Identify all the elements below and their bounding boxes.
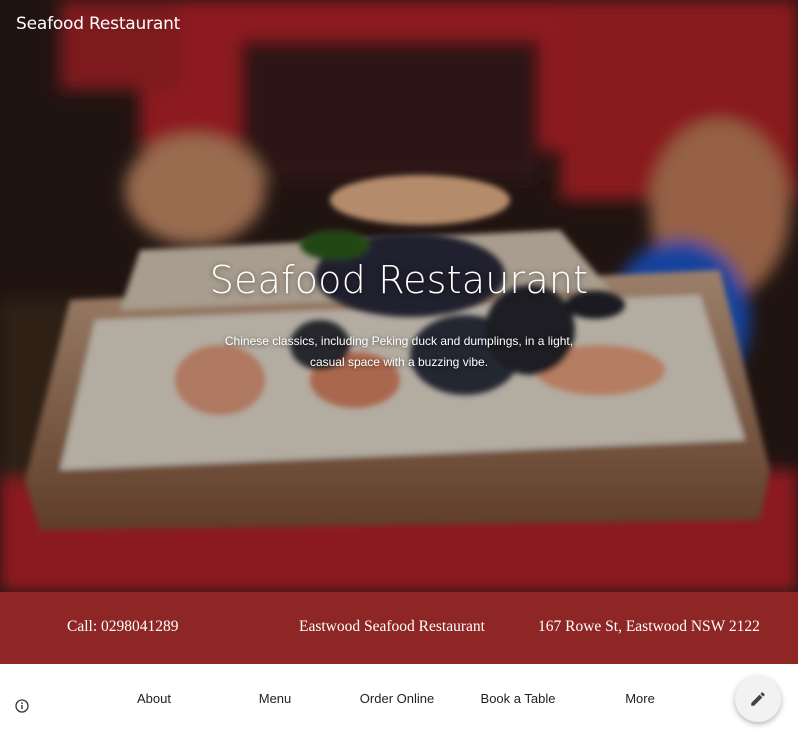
- nav-item-order-online[interactable]: Order Online: [360, 691, 434, 706]
- nav-item-book-a-table[interactable]: Book a Table: [481, 691, 556, 706]
- restaurant-name: Eastwood Seafood Restaurant: [299, 618, 485, 635]
- pencil-icon: [751, 692, 765, 706]
- info-icon[interactable]: [15, 699, 29, 713]
- hero-description: Chinese classics, including Peking duck …: [224, 334, 574, 369]
- bottom-navigation: About Menu Order Online Book a Table Mor…: [0, 664, 798, 735]
- restaurant-address: 167 Rowe St, Eastwood NSW 2122: [538, 618, 760, 635]
- edit-button[interactable]: [735, 676, 781, 722]
- hero-section: Seafood Restaurant Seafood Restaurant Ch…: [0, 0, 798, 592]
- site-title[interactable]: Seafood Restaurant: [16, 14, 180, 34]
- nav-item-about[interactable]: About: [137, 691, 171, 706]
- contact-info-bar: Call: 0298041289 Eastwood Seafood Restau…: [0, 592, 798, 664]
- nav-item-more[interactable]: More: [625, 691, 655, 706]
- hero-title: Seafood Restaurant: [209, 258, 589, 302]
- nav-item-menu[interactable]: Menu: [259, 691, 292, 706]
- phone-number[interactable]: Call: 0298041289: [67, 618, 179, 636]
